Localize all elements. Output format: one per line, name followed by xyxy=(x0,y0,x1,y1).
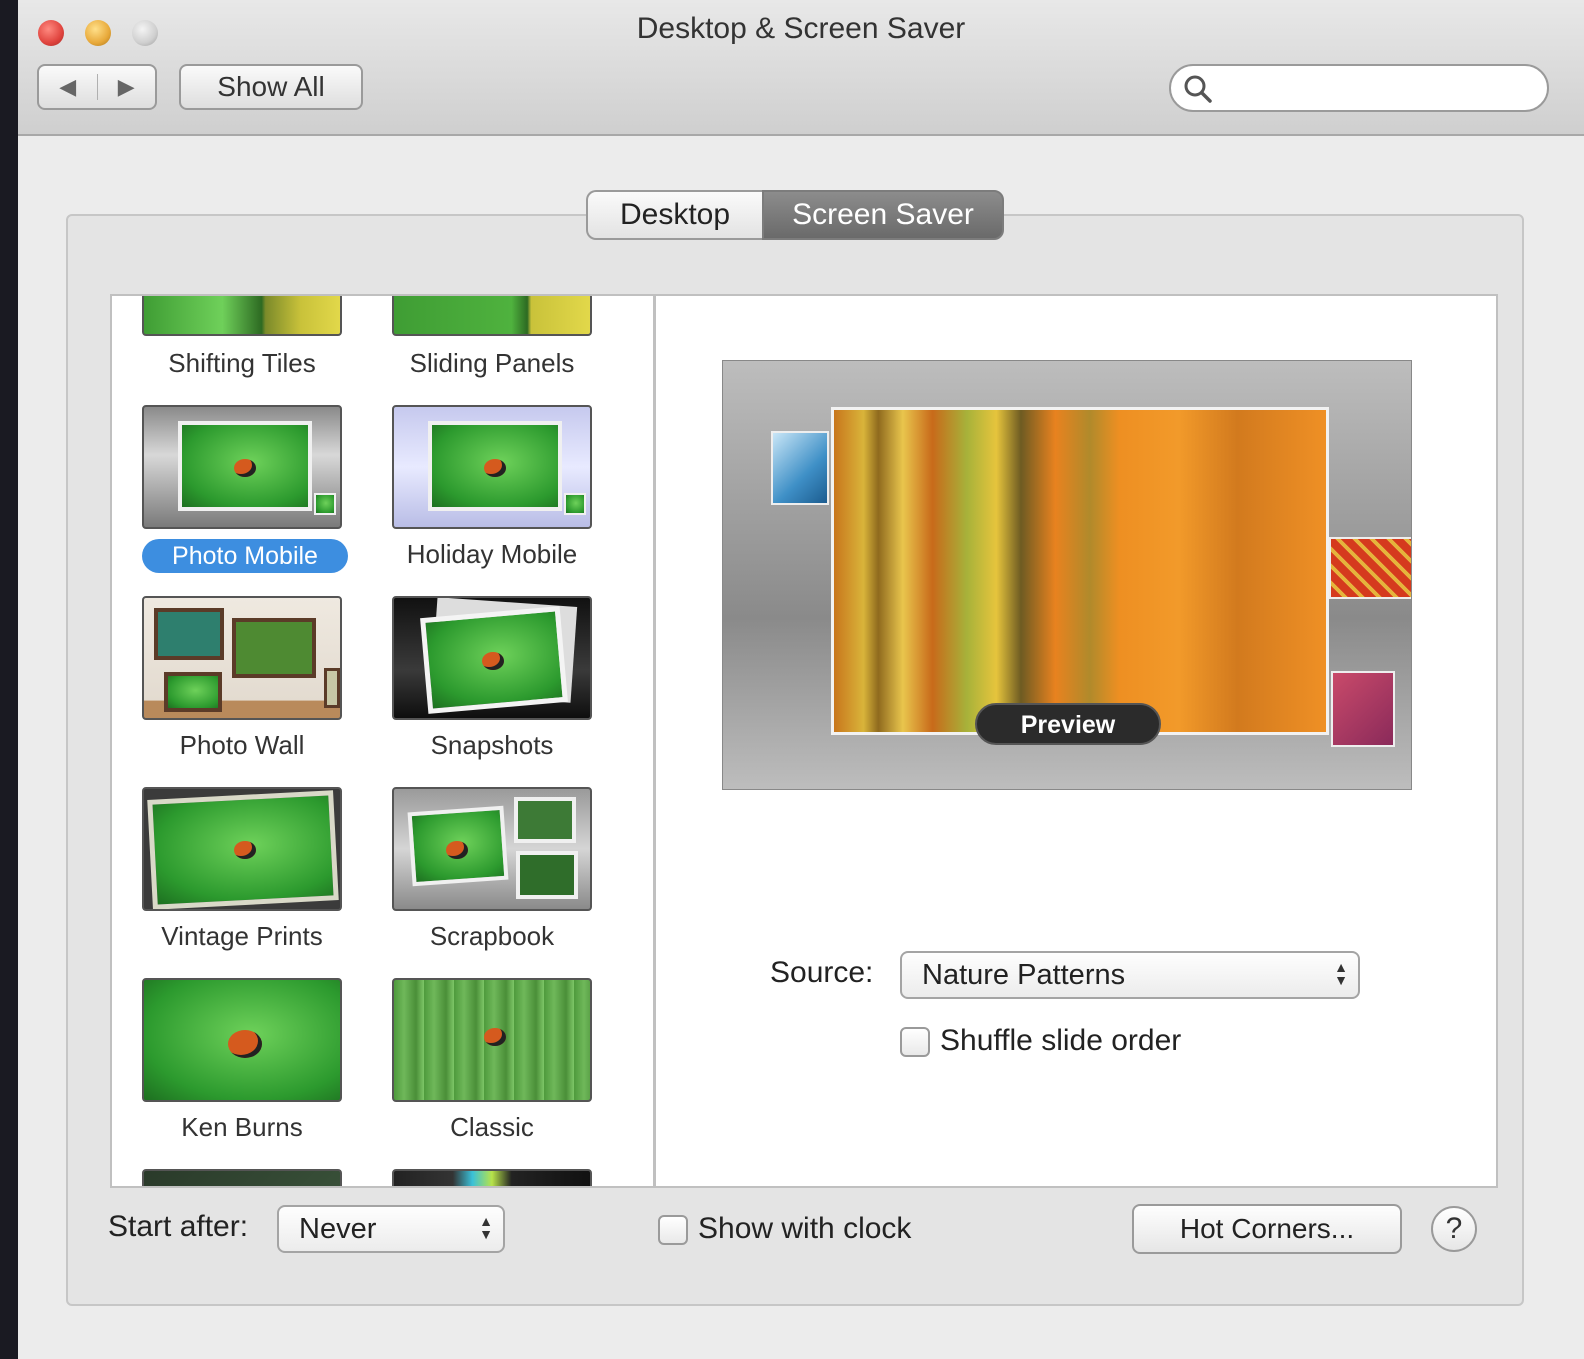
back-arrow-icon[interactable]: ◀ xyxy=(39,66,97,108)
sliding-panels-thumbnail[interactable] xyxy=(392,296,592,336)
title-bar: Desktop & Screen Saver ◀ ▶ Show All xyxy=(18,0,1584,136)
search-icon xyxy=(1184,75,1212,103)
screen-saver-list[interactable]: Shifting Tiles Sliding Panels Photo Mobi… xyxy=(110,294,655,1188)
search-field[interactable] xyxy=(1169,64,1549,112)
classic-thumbnail[interactable] xyxy=(392,978,592,1102)
tab-desktop[interactable]: Desktop xyxy=(586,190,762,240)
shuffle-label: Shuffle slide order xyxy=(940,1024,1182,1057)
popup-arrows-icon: ▲ ▼ xyxy=(1334,959,1348,988)
list-item[interactable] xyxy=(142,1169,342,1186)
hot-corners-button[interactable]: Hot Corners... xyxy=(1132,1204,1402,1254)
source-value: Nature Patterns xyxy=(922,959,1126,991)
source-label: Source: xyxy=(770,956,874,989)
selected-saver-label: Photo Mobile xyxy=(142,539,348,573)
start-after-popup[interactable]: Never ▲ ▼ xyxy=(277,1205,505,1253)
source-popup[interactable]: Nature Patterns ▲ ▼ xyxy=(900,951,1360,999)
holiday-mobile-thumbnail[interactable] xyxy=(392,405,592,529)
forward-arrow-icon[interactable]: ▶ xyxy=(98,66,156,108)
ken-burns-thumbnail[interactable] xyxy=(142,978,342,1102)
saver-label: Classic xyxy=(450,1112,534,1142)
scrapbook-thumbnail[interactable] xyxy=(392,787,592,911)
saver-label: Ken Burns xyxy=(181,1112,303,1142)
saver-label: Photo Wall xyxy=(179,730,305,760)
saver-label: Snapshots xyxy=(430,730,554,760)
shifting-tiles-thumbnail[interactable] xyxy=(142,296,342,336)
start-after-value: Never xyxy=(299,1213,377,1245)
snapshots-thumbnail[interactable] xyxy=(392,596,592,720)
nav-buttons: ◀ ▶ xyxy=(37,64,157,110)
start-after-label: Start after: xyxy=(108,1210,249,1243)
window: Desktop & Screen Saver ◀ ▶ Show All Desk… xyxy=(18,0,1584,1359)
saver-label: Vintage Prints xyxy=(161,921,323,951)
window-title: Desktop & Screen Saver xyxy=(636,12,966,45)
show-all-button[interactable]: Show All xyxy=(179,64,363,110)
photo-mobile-thumbnail[interactable] xyxy=(142,405,342,529)
preview-image: Preview xyxy=(722,360,1412,790)
saver-label: Scrapbook xyxy=(429,921,555,951)
show-clock-checkbox[interactable] xyxy=(658,1215,688,1245)
saver-label: Holiday Mobile xyxy=(406,539,578,569)
preview-photo xyxy=(831,407,1329,735)
list-item[interactable] xyxy=(392,1169,592,1186)
photo-wall-thumbnail[interactable] xyxy=(142,596,342,720)
vintage-prints-thumbnail[interactable] xyxy=(142,787,342,911)
preview-button[interactable]: Preview xyxy=(975,703,1161,745)
show-clock-label: Show with clock xyxy=(698,1212,912,1245)
shuffle-checkbox[interactable] xyxy=(900,1027,930,1057)
tab-screen-saver[interactable]: Screen Saver xyxy=(762,190,1004,240)
help-button[interactable]: ? xyxy=(1431,1206,1477,1252)
saver-label: Sliding Panels xyxy=(409,348,575,378)
popup-arrows-icon: ▲ ▼ xyxy=(479,1213,493,1242)
saver-label: Shifting Tiles xyxy=(168,348,316,378)
